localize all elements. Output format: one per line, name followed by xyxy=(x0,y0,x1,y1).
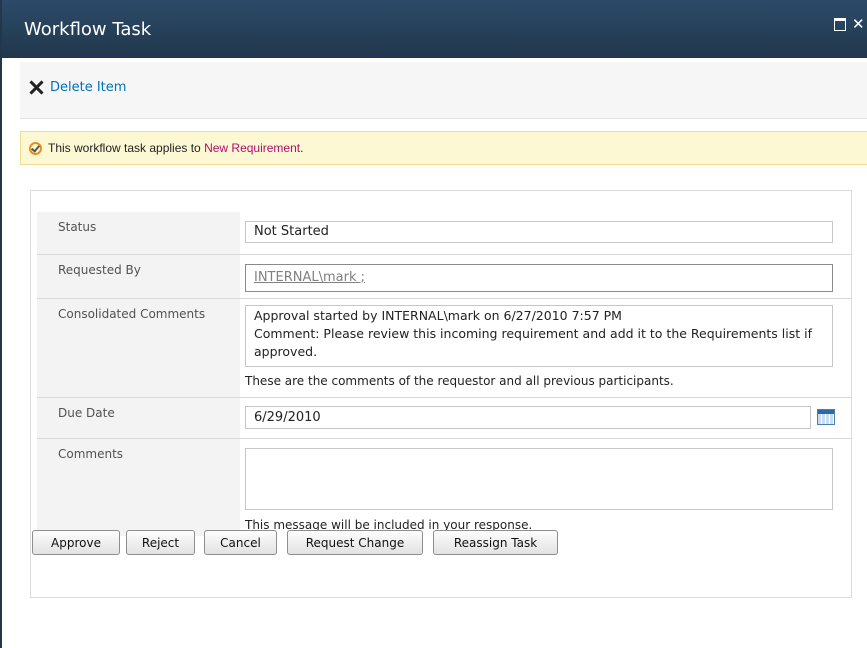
ribbon-toolbar: Delete Item xyxy=(20,62,867,119)
workflow-notice-bar: This workflow task applies to New Requir… xyxy=(20,131,867,165)
reassign-task-button[interactable]: Reassign Task xyxy=(433,530,558,555)
status-field: Not Started xyxy=(245,212,852,254)
consolidated-comments-line2: Comment: Please review this incoming req… xyxy=(254,326,812,359)
reject-button[interactable]: Reject xyxy=(126,530,195,555)
requested-by-user-link[interactable]: INTERNAL\mark xyxy=(254,270,357,285)
approve-button[interactable]: Approve xyxy=(32,530,120,555)
calendar-icon[interactable] xyxy=(817,409,835,425)
status-label: Status xyxy=(37,212,240,254)
notice-suffix: . xyxy=(300,141,304,155)
notice-item-link[interactable]: New Requirement xyxy=(204,141,300,155)
comments-textarea[interactable] xyxy=(245,448,833,510)
dialog-title: Workflow Task xyxy=(24,19,152,40)
consolidated-comments-field: Approval started by INTERNAL\mark on 6/2… xyxy=(245,299,852,397)
requested-by-separator: ; xyxy=(356,270,366,285)
consolidated-comments-row: Consolidated Comments Approval started b… xyxy=(37,298,852,397)
notice-prefix: This workflow task applies to xyxy=(48,141,205,155)
requested-by-field: INTERNAL\mark ; xyxy=(245,255,852,298)
status-row: Status Not Started xyxy=(37,212,852,254)
requested-by-row: Requested By INTERNAL\mark ; xyxy=(37,254,852,298)
form-table: Status Not Started Requested By INTERNAL… xyxy=(37,212,852,536)
maximize-icon[interactable] xyxy=(834,18,846,31)
due-date-row: Due Date 6/29/2010 xyxy=(37,397,852,438)
request-change-button[interactable]: Request Change xyxy=(287,530,423,555)
due-date-label: Due Date xyxy=(37,398,240,438)
consolidated-comments-line1: Approval started by INTERNAL\mark on 6/2… xyxy=(254,308,622,323)
comments-label: Comments xyxy=(37,439,240,536)
delete-item-button[interactable]: Delete Item xyxy=(28,79,126,95)
consolidated-comments-box: Approval started by INTERNAL\mark on 6/2… xyxy=(245,305,833,367)
due-date-input[interactable]: 6/29/2010 xyxy=(245,406,811,429)
requested-by-input[interactable]: INTERNAL\mark ; xyxy=(245,264,833,292)
cancel-button[interactable]: Cancel xyxy=(204,530,277,555)
workflow-status-icon xyxy=(29,141,42,155)
due-date-field: 6/29/2010 xyxy=(245,398,852,438)
task-form: Status Not Started Requested By INTERNAL… xyxy=(30,190,852,598)
requested-by-label: Requested By xyxy=(37,255,240,298)
status-input[interactable]: Not Started xyxy=(245,221,833,243)
comments-field: This message will be included in your re… xyxy=(245,439,852,536)
comments-row: Comments This message will be included i… xyxy=(37,438,852,536)
close-icon[interactable]: ✕ xyxy=(852,17,865,32)
delete-x-icon xyxy=(28,79,44,95)
delete-item-label: Delete Item xyxy=(50,79,127,95)
workflow-task-dialog: Workflow Task ✕ Delete Item This workflo… xyxy=(0,0,867,648)
consolidated-comments-label: Consolidated Comments xyxy=(37,299,240,397)
consolidated-comments-help: These are the comments of the requestor … xyxy=(245,374,674,388)
title-bar: Workflow Task ✕ xyxy=(2,0,867,58)
